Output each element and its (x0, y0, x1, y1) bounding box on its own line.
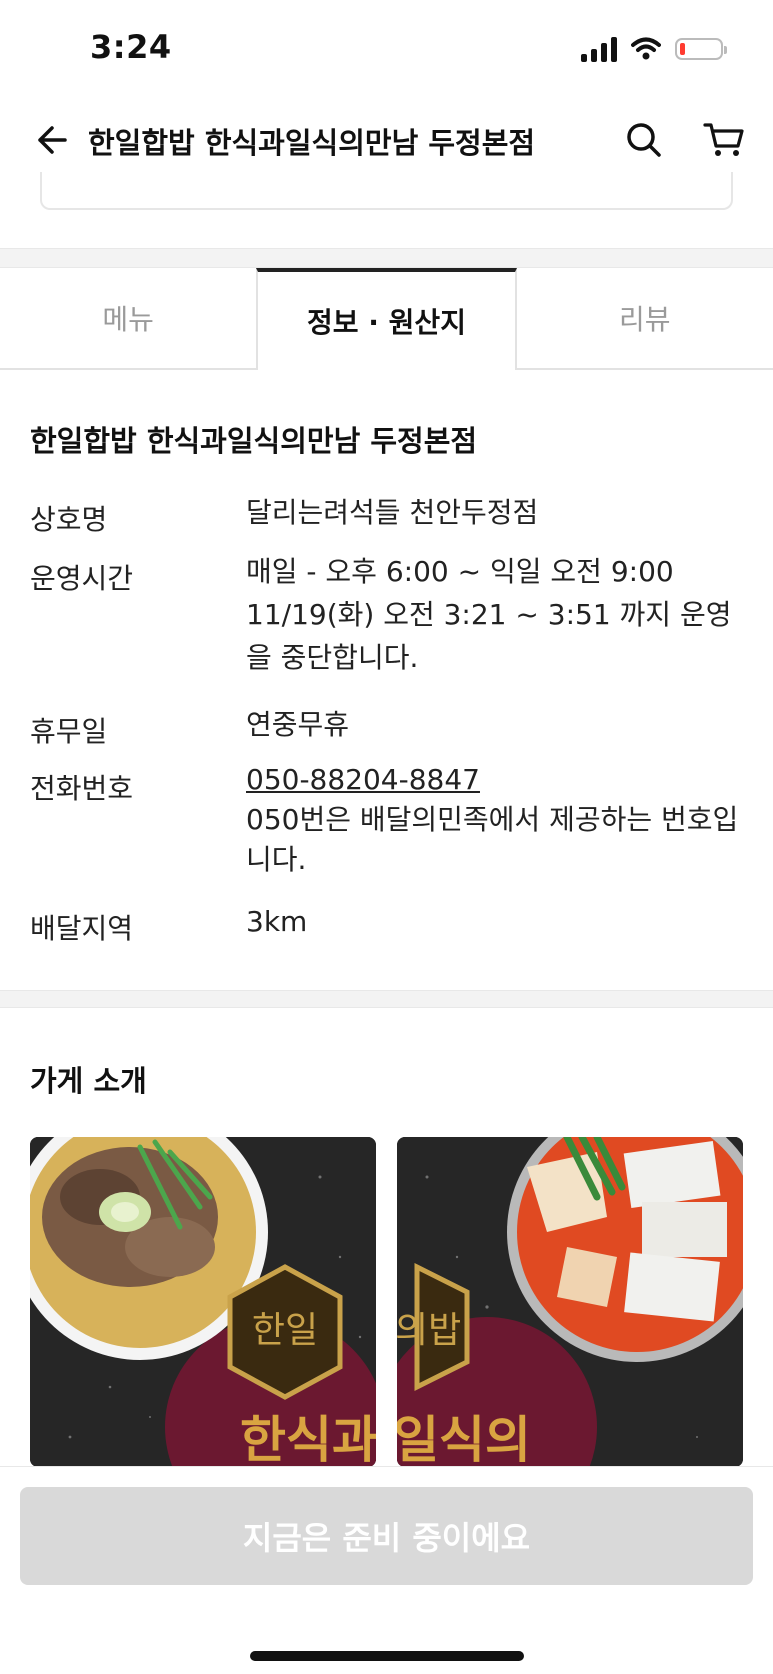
info-value-wrap: 050-88204-8847 050번은 배달의민족에서 제공하는 번호입니다. (246, 760, 746, 880)
back-arrow-icon (38, 126, 67, 154)
intro-overlay-text: 일식의 (397, 1411, 531, 1467)
info-label: 상호명 (30, 503, 108, 536)
svg-text:의밥: 의밥 (397, 1310, 461, 1351)
home-indicator[interactable] (250, 1651, 524, 1661)
app-header: 한일합밥 한식과일식의만남 두정본점 (0, 100, 773, 180)
info-label: 휴무일 (30, 715, 108, 748)
back-button[interactable] (28, 118, 72, 162)
search-button[interactable] (620, 116, 668, 164)
info-value: 연중무휴 (246, 708, 350, 741)
tab-info-origin[interactable]: 정보 · 원산지 (256, 268, 517, 370)
cart-button[interactable] (700, 116, 748, 164)
info-value: 달리는려석들 천안두정점 (246, 496, 539, 529)
tab-reviews[interactable]: 리뷰 (517, 268, 773, 368)
status-bar: 3:24 (0, 0, 773, 100)
info-label: 배달지역 (30, 912, 134, 945)
info-value-wrap: 매일 - 오후 6:00 ~ 익일 오전 9:00 11/19(화) 오전 3:… (246, 550, 746, 679)
intro-overlay-text: 한식과 (240, 1411, 376, 1467)
info-value: 매일 - 오후 6:00 ~ 익일 오전 9:00 (246, 555, 674, 588)
info-note: 050번은 배달의민족에서 제공하는 번호입니다. (246, 803, 739, 876)
food-photo-bowl-image: 한일 한식과 (30, 1137, 376, 1467)
tab-menu[interactable]: 메뉴 (0, 268, 256, 368)
info-value: 3km (246, 905, 308, 938)
cellular-signal-icon (581, 36, 617, 62)
intro-image-left[interactable]: 한일 한식과 (30, 1137, 376, 1467)
intro-image-right[interactable]: 의밥 일식의 (397, 1137, 743, 1467)
food-photo-stew-image: 의밥 일식의 (397, 1137, 743, 1467)
section-divider (0, 248, 773, 268)
info-label: 운영시간 (30, 562, 134, 595)
status-time: 3:24 (90, 28, 172, 66)
order-button-disabled[interactable]: 지금은 준비 중이에요 (20, 1487, 753, 1585)
bottom-action-bar: 지금은 준비 중이에요 (0, 1466, 773, 1674)
cart-icon (703, 123, 744, 156)
info-label: 전화번호 (30, 772, 134, 805)
search-icon (627, 123, 661, 157)
store-intro-heading: 가게 소개 (30, 1064, 147, 1098)
page-title: 한일합밥 한식과일식의만남 두정본점 (88, 126, 536, 160)
section-divider (0, 990, 773, 1008)
store-name-heading: 한일합밥 한식과일식의만남 두정본점 (30, 424, 478, 458)
phone-number-link[interactable]: 050-88204-8847 (246, 763, 480, 796)
svg-text:한일: 한일 (252, 1310, 318, 1351)
wifi-icon (631, 37, 661, 60)
store-tabs: 메뉴 정보 · 원산지 리뷰 (0, 268, 773, 370)
battery-icon (675, 38, 727, 60)
status-icons (581, 36, 727, 62)
scrolled-card-remnant (40, 172, 733, 210)
info-note: 11/19(화) 오전 3:21 ~ 3:51 까지 운영을 중단합니다. (246, 598, 732, 674)
